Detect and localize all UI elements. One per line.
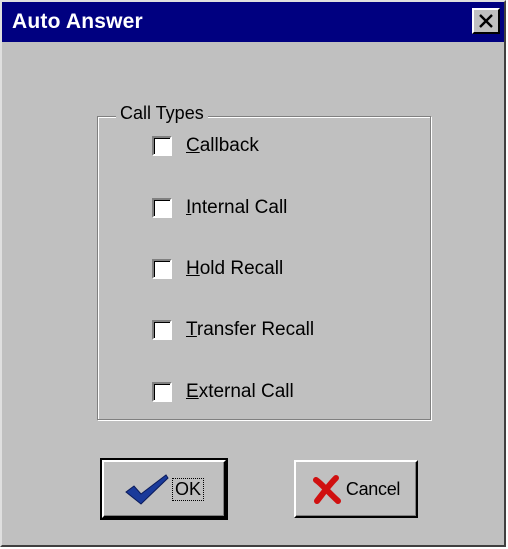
checkbox-label: Callback <box>186 135 259 156</box>
checkbox-label: Transfer Recall <box>186 319 315 340</box>
checkbox-box[interactable] <box>152 320 172 340</box>
title-bar[interactable]: Auto Answer <box>2 2 504 42</box>
checkbox-box[interactable] <box>152 198 172 218</box>
ok-label: OK <box>171 477 204 501</box>
checkbox-box[interactable] <box>152 136 172 156</box>
cancel-button[interactable]: Cancel <box>294 460 418 518</box>
checkmark-icon <box>125 474 169 505</box>
call-types-label: Call Types <box>116 103 208 124</box>
close-button[interactable] <box>472 8 500 34</box>
checkbox-external-call[interactable]: External Call <box>152 378 294 406</box>
checkbox-label: Hold Recall <box>186 258 284 279</box>
checkbox-hold-recall[interactable]: Hold Recall <box>152 255 283 283</box>
checkbox-label: External Call <box>186 381 294 402</box>
checkbox-callback[interactable]: Callback <box>152 132 259 160</box>
checkbox-box[interactable] <box>152 382 172 402</box>
ok-button[interactable]: OK <box>100 458 228 520</box>
checkbox-transfer-recall[interactable]: Transfer Recall <box>152 316 314 344</box>
checkbox-internal-call[interactable]: Internal Call <box>152 194 287 222</box>
close-icon <box>479 14 493 28</box>
auto-answer-dialog: Auto Answer Call Types Callback Internal… <box>0 0 506 547</box>
checkbox-box[interactable] <box>152 259 172 279</box>
cancel-label: Cancel <box>345 478 401 499</box>
red-x-icon <box>312 475 341 504</box>
window-title: Auto Answer <box>12 10 143 33</box>
checkbox-label: Internal Call <box>186 197 288 218</box>
